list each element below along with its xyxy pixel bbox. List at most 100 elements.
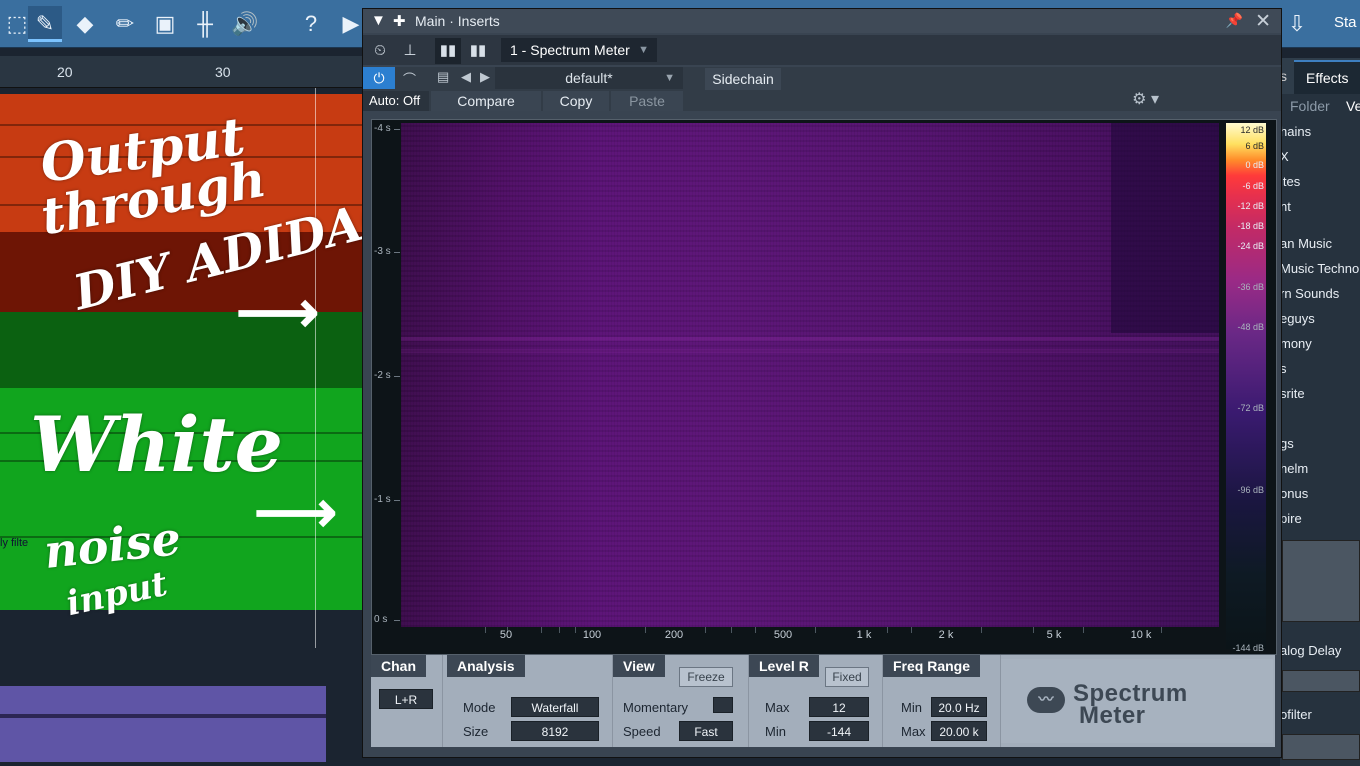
freq-max-input[interactable]: 20.00 k bbox=[931, 721, 987, 741]
db-tick: -48 dB bbox=[1237, 322, 1264, 332]
insert-right-icon[interactable]: ▮▮ bbox=[465, 38, 491, 64]
arrow-tool-icon[interactable]: ✎ bbox=[28, 6, 62, 42]
help-button[interactable]: ? bbox=[294, 6, 328, 42]
frequency-tick: 100 bbox=[582, 629, 602, 641]
list-item[interactable]: srite bbox=[1280, 386, 1305, 401]
list-item[interactable]: alog Delay bbox=[1280, 643, 1341, 658]
gear-icon[interactable]: ⚙ ▾ bbox=[1132, 89, 1159, 109]
logo-text: Spectrum Meter bbox=[1073, 680, 1188, 729]
list-item[interactable]: gs bbox=[1280, 436, 1294, 451]
ruler-tick: 20 bbox=[57, 64, 73, 80]
tab-effects[interactable]: Effects bbox=[1294, 60, 1360, 94]
frequency-tick: 10 k bbox=[1130, 629, 1152, 641]
prev-preset-icon[interactable]: ◀ bbox=[461, 69, 471, 85]
close-icon[interactable]: ✕ bbox=[1255, 10, 1271, 33]
preset-file-icon[interactable]: ▤ bbox=[437, 69, 449, 85]
insert-selector[interactable]: 1 - Spectrum Meter ▼ bbox=[501, 38, 657, 62]
sidechain-button[interactable]: Sidechain bbox=[705, 68, 781, 90]
clock-icon[interactable]: ⏲ bbox=[367, 38, 393, 64]
frequency-tick: 500 bbox=[773, 629, 793, 641]
list-item[interactable]: pire bbox=[1280, 511, 1302, 526]
start-label[interactable]: Sta bbox=[1334, 14, 1360, 31]
freeze-toggle[interactable]: Freeze bbox=[679, 667, 733, 687]
add-insert-icon[interactable]: ✚ bbox=[393, 12, 406, 30]
size-select[interactable]: 8192 bbox=[511, 721, 599, 741]
momentary-label: Momentary bbox=[623, 700, 689, 715]
db-tick: -96 dB bbox=[1237, 485, 1264, 495]
list-item[interactable]: ites bbox=[1280, 174, 1300, 189]
paste-button[interactable]: Paste bbox=[611, 91, 683, 111]
plugin-title: Main · Inserts bbox=[415, 13, 500, 29]
db-tick: -12 dB bbox=[1237, 201, 1264, 211]
folder-toggle[interactable]: Folder bbox=[1290, 98, 1330, 114]
split-tool-icon[interactable]: ╫ bbox=[188, 6, 222, 42]
momentary-checkbox[interactable] bbox=[713, 697, 733, 713]
insert-name: 1 - Spectrum Meter bbox=[510, 42, 630, 58]
level-max-input[interactable]: 12 bbox=[809, 697, 869, 717]
list-item[interactable]: helm bbox=[1280, 461, 1308, 476]
frequency-tick: 1 k bbox=[856, 629, 872, 641]
plugin-window: ▼ ✚ Main · Inserts 📌 ✕ ⏲ ⊥ ▮▮ ▮▮ 1 - Spe… bbox=[362, 8, 1282, 758]
compare-button[interactable]: Compare bbox=[431, 91, 541, 111]
list-item[interactable]: hains bbox=[1280, 124, 1311, 139]
automation-mode[interactable]: Auto: Off bbox=[363, 91, 429, 111]
download-icon[interactable]: ⇩ bbox=[1280, 6, 1314, 42]
ruler-tick: 30 bbox=[215, 64, 231, 80]
listen-tool-icon[interactable]: 🔊 bbox=[228, 6, 262, 42]
list-item[interactable]: Music Techno bbox=[1280, 261, 1359, 276]
waterfall-spectrogram[interactable] bbox=[401, 123, 1219, 627]
eraser-tool-icon[interactable]: ◆ bbox=[68, 6, 102, 42]
power-button[interactable]: ⏻ bbox=[363, 67, 395, 89]
routing-icon[interactable]: ⊥ bbox=[397, 38, 423, 64]
db-tick: -24 dB bbox=[1237, 241, 1264, 251]
channel-select[interactable]: L+R bbox=[379, 689, 433, 709]
list-item[interactable]: an Music bbox=[1280, 236, 1332, 251]
list-item[interactable]: onus bbox=[1280, 486, 1308, 501]
spectrum-display[interactable]: -4 s -3 s -2 s -1 s 0 s 50 100 200 500 1… bbox=[371, 119, 1277, 655]
pencil-tool-icon[interactable]: ✏ bbox=[108, 6, 142, 42]
db-tick: -36 dB bbox=[1237, 282, 1264, 292]
list-item[interactable]: mony bbox=[1280, 336, 1312, 351]
list-item[interactable]: rn Sounds bbox=[1280, 286, 1339, 301]
time-tick: -2 s bbox=[374, 370, 400, 381]
next-preset-icon[interactable]: ▶ bbox=[480, 69, 490, 85]
db-tick: -18 dB bbox=[1237, 221, 1264, 231]
db-tick: -144 dB bbox=[1232, 643, 1264, 653]
vendor-toggle[interactable]: Ve bbox=[1346, 98, 1360, 114]
list-item[interactable]: eguys bbox=[1280, 311, 1315, 326]
freq-min-input[interactable]: 20.0 Hz bbox=[931, 697, 987, 717]
fixed-toggle[interactable]: Fixed bbox=[825, 667, 869, 687]
time-tick: 0 s bbox=[374, 614, 400, 625]
range-tool-icon[interactable]: ▣ bbox=[148, 6, 182, 42]
presonus-logo-icon: 〰 bbox=[1027, 687, 1065, 713]
db-tick: 6 dB bbox=[1245, 141, 1264, 151]
timeline-ruler[interactable]: 20 30 bbox=[0, 56, 362, 88]
size-label: Size bbox=[463, 724, 489, 739]
automation-icon[interactable]: ⌒ bbox=[403, 69, 416, 88]
freq-min-label: Min bbox=[901, 700, 922, 715]
plugin-titlebar[interactable]: ▼ ✚ Main · Inserts 📌 ✕ bbox=[363, 9, 1281, 33]
chan-section: Chan L+R bbox=[371, 655, 443, 747]
db-tick: 12 dB bbox=[1240, 125, 1264, 135]
arrow-right-icon: ⟶ bbox=[254, 480, 338, 545]
pin-icon[interactable]: 📌 bbox=[1226, 12, 1243, 29]
preset-selector[interactable]: default* ▼ bbox=[495, 67, 683, 89]
list-item[interactable]: ofilter bbox=[1280, 707, 1312, 722]
section-title: Analysis bbox=[447, 655, 525, 677]
speed-label: Speed bbox=[623, 724, 661, 739]
collapse-icon[interactable]: ▼ bbox=[371, 12, 386, 29]
playhead-cursor[interactable] bbox=[315, 88, 316, 648]
level-min-input[interactable]: -144 bbox=[809, 721, 869, 741]
mode-label: Mode bbox=[463, 700, 496, 715]
insert-left-icon[interactable]: ▮▮ bbox=[435, 38, 461, 64]
spectrum-meter-logo: 〰 Spectrum Meter bbox=[1001, 659, 1273, 743]
frequency-axis: 50 100 200 500 1 k 2 k 5 k 10 k bbox=[401, 627, 1219, 655]
color-scale: 12 dB 6 dB 0 dB -6 dB -12 dB -18 dB -24 … bbox=[1226, 123, 1266, 653]
mode-select[interactable]: Waterfall bbox=[511, 697, 599, 717]
speed-select[interactable]: Fast bbox=[679, 721, 733, 741]
instrument-event[interactable] bbox=[0, 686, 326, 762]
chevron-down-icon: ▼ bbox=[638, 44, 649, 56]
insert-bar: ⏲ ⊥ ▮▮ ▮▮ 1 - Spectrum Meter ▼ bbox=[363, 35, 1281, 65]
section-title: View bbox=[613, 655, 665, 677]
copy-button[interactable]: Copy bbox=[543, 91, 609, 111]
